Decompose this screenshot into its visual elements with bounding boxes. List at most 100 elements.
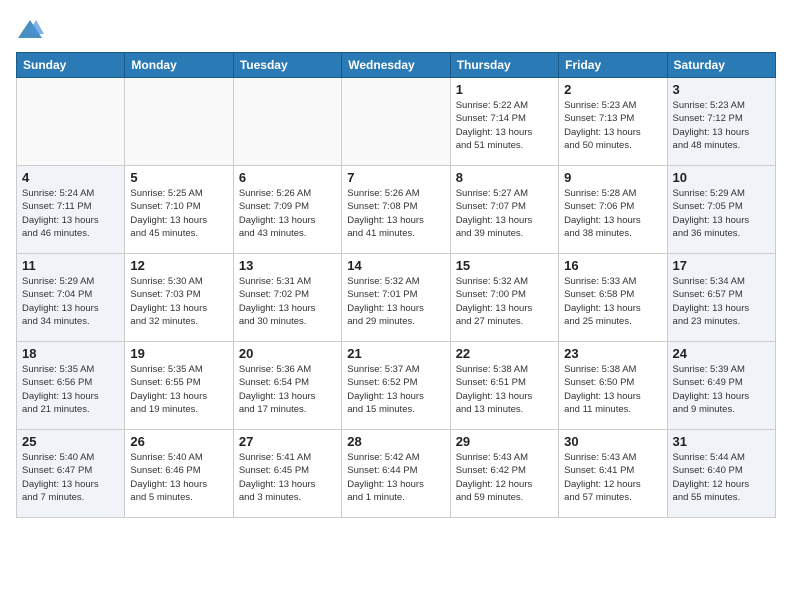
calendar-cell: 7 Sunrise: 5:26 AM Sunset: 7:08 PM Daylig… xyxy=(342,166,450,254)
day-info: Sunrise: 5:25 AM Sunset: 7:10 PM Dayligh… xyxy=(130,187,227,240)
day-number: 17 xyxy=(673,258,770,273)
calendar-cell: 17Sunrise: 5:34 AM Sunset: 6:57 PM Dayli… xyxy=(667,254,775,342)
day-number: 15 xyxy=(456,258,553,273)
day-number: 24 xyxy=(673,346,770,361)
day-info: Sunrise: 5:43 AM Sunset: 6:41 PM Dayligh… xyxy=(564,451,661,504)
day-number: 7 xyxy=(347,170,444,185)
day-info: Sunrise: 5:41 AM Sunset: 6:45 PM Dayligh… xyxy=(239,451,336,504)
day-number: 1 xyxy=(456,82,553,97)
day-number: 3 xyxy=(673,82,770,97)
calendar-cell: 3 Sunrise: 5:23 AM Sunset: 7:12 PM Daylig… xyxy=(667,78,775,166)
day-number: 22 xyxy=(456,346,553,361)
day-number: 11 xyxy=(22,258,119,273)
day-header-friday: Friday xyxy=(559,53,667,78)
day-number: 4 xyxy=(22,170,119,185)
day-info: Sunrise: 5:35 AM Sunset: 6:55 PM Dayligh… xyxy=(130,363,227,416)
day-number: 10 xyxy=(673,170,770,185)
day-number: 16 xyxy=(564,258,661,273)
day-number: 21 xyxy=(347,346,444,361)
day-number: 2 xyxy=(564,82,661,97)
week-row-5: 25 Sunrise: 5:40 AM Sunset: 6:47 PM Dayli… xyxy=(17,430,776,518)
day-header-thursday: Thursday xyxy=(450,53,558,78)
calendar-cell: 1Sunrise: 5:22 AM Sunset: 7:14 PM Daylig… xyxy=(450,78,558,166)
day-number: 31 xyxy=(673,434,770,449)
day-info: Sunrise: 5:44 AM Sunset: 6:40 PM Dayligh… xyxy=(673,451,770,504)
day-number: 13 xyxy=(239,258,336,273)
day-info: Sunrise: 5:32 AM Sunset: 7:01 PM Dayligh… xyxy=(347,275,444,328)
calendar-cell: 10 Sunrise: 5:29 AM Sunset: 7:05 PM Dayli… xyxy=(667,166,775,254)
day-header-saturday: Saturday xyxy=(667,53,775,78)
calendar-cell: 26 Sunrise: 5:40 AM Sunset: 6:46 PM Dayli… xyxy=(125,430,233,518)
day-info: Sunrise: 5:26 AM Sunset: 7:08 PM Dayligh… xyxy=(347,187,444,240)
day-number: 25 xyxy=(22,434,119,449)
day-number: 12 xyxy=(130,258,227,273)
day-number: 29 xyxy=(456,434,553,449)
calendar-cell: 12 Sunrise: 5:30 AM Sunset: 7:03 PM Dayli… xyxy=(125,254,233,342)
calendar-cell: 2 Sunrise: 5:23 AM Sunset: 7:13 PM Daylig… xyxy=(559,78,667,166)
day-info: Sunrise: 5:29 AM Sunset: 7:04 PM Dayligh… xyxy=(22,275,119,328)
day-info: Sunrise: 5:23 AM Sunset: 7:12 PM Dayligh… xyxy=(673,99,770,152)
day-info: Sunrise: 5:24 AM Sunset: 7:11 PM Dayligh… xyxy=(22,187,119,240)
day-info: Sunrise: 5:32 AM Sunset: 7:00 PM Dayligh… xyxy=(456,275,553,328)
day-info: Sunrise: 5:28 AM Sunset: 7:06 PM Dayligh… xyxy=(564,187,661,240)
calendar-cell xyxy=(233,78,341,166)
day-info: Sunrise: 5:42 AM Sunset: 6:44 PM Dayligh… xyxy=(347,451,444,504)
calendar-cell: 13 Sunrise: 5:31 AM Sunset: 7:02 PM Dayli… xyxy=(233,254,341,342)
day-info: Sunrise: 5:26 AM Sunset: 7:09 PM Dayligh… xyxy=(239,187,336,240)
calendar-cell: 20Sunrise: 5:36 AM Sunset: 6:54 PM Dayli… xyxy=(233,342,341,430)
day-header-wednesday: Wednesday xyxy=(342,53,450,78)
day-number: 20 xyxy=(239,346,336,361)
week-row-4: 18 Sunrise: 5:35 AM Sunset: 6:56 PM Dayli… xyxy=(17,342,776,430)
header xyxy=(16,16,776,44)
day-info: Sunrise: 5:40 AM Sunset: 6:46 PM Dayligh… xyxy=(130,451,227,504)
calendar-cell: 8Sunrise: 5:27 AM Sunset: 7:07 PM Daylig… xyxy=(450,166,558,254)
calendar-cell: 4 Sunrise: 5:24 AM Sunset: 7:11 PM Daylig… xyxy=(17,166,125,254)
day-number: 27 xyxy=(239,434,336,449)
day-number: 30 xyxy=(564,434,661,449)
day-number: 26 xyxy=(130,434,227,449)
day-info: Sunrise: 5:29 AM Sunset: 7:05 PM Dayligh… xyxy=(673,187,770,240)
calendar-cell: 25 Sunrise: 5:40 AM Sunset: 6:47 PM Dayli… xyxy=(17,430,125,518)
day-number: 5 xyxy=(130,170,227,185)
calendar-cell: 15 Sunrise: 5:32 AM Sunset: 7:00 PM Dayli… xyxy=(450,254,558,342)
calendar-cell: 11 Sunrise: 5:29 AM Sunset: 7:04 PM Dayli… xyxy=(17,254,125,342)
day-info: Sunrise: 5:40 AM Sunset: 6:47 PM Dayligh… xyxy=(22,451,119,504)
calendar-cell: 18 Sunrise: 5:35 AM Sunset: 6:56 PM Dayli… xyxy=(17,342,125,430)
calendar-table: SundayMondayTuesdayWednesdayThursdayFrid… xyxy=(16,52,776,518)
calendar-cell: 21Sunrise: 5:37 AM Sunset: 6:52 PM Dayli… xyxy=(342,342,450,430)
day-info: Sunrise: 5:31 AM Sunset: 7:02 PM Dayligh… xyxy=(239,275,336,328)
calendar-cell: 22Sunrise: 5:38 AM Sunset: 6:51 PM Dayli… xyxy=(450,342,558,430)
calendar-cell: 31 Sunrise: 5:44 AM Sunset: 6:40 PM Dayli… xyxy=(667,430,775,518)
calendar-cell: 24 Sunrise: 5:39 AM Sunset: 6:49 PM Dayli… xyxy=(667,342,775,430)
day-header-monday: Monday xyxy=(125,53,233,78)
day-number: 23 xyxy=(564,346,661,361)
calendar-cell: 28 Sunrise: 5:42 AM Sunset: 6:44 PM Dayli… xyxy=(342,430,450,518)
logo-icon xyxy=(16,16,44,44)
day-info: Sunrise: 5:30 AM Sunset: 7:03 PM Dayligh… xyxy=(130,275,227,328)
days-header-row: SundayMondayTuesdayWednesdayThursdayFrid… xyxy=(17,53,776,78)
day-info: Sunrise: 5:43 AM Sunset: 6:42 PM Dayligh… xyxy=(456,451,553,504)
day-number: 28 xyxy=(347,434,444,449)
day-number: 9 xyxy=(564,170,661,185)
calendar-cell: 23Sunrise: 5:38 AM Sunset: 6:50 PM Dayli… xyxy=(559,342,667,430)
day-info: Sunrise: 5:35 AM Sunset: 6:56 PM Dayligh… xyxy=(22,363,119,416)
logo xyxy=(16,16,48,44)
day-info: Sunrise: 5:39 AM Sunset: 6:49 PM Dayligh… xyxy=(673,363,770,416)
day-info: Sunrise: 5:27 AM Sunset: 7:07 PM Dayligh… xyxy=(456,187,553,240)
calendar-cell: 27 Sunrise: 5:41 AM Sunset: 6:45 PM Dayli… xyxy=(233,430,341,518)
day-number: 14 xyxy=(347,258,444,273)
day-info: Sunrise: 5:23 AM Sunset: 7:13 PM Dayligh… xyxy=(564,99,661,152)
calendar-cell xyxy=(17,78,125,166)
day-number: 19 xyxy=(130,346,227,361)
calendar-cell: 16Sunrise: 5:33 AM Sunset: 6:58 PM Dayli… xyxy=(559,254,667,342)
week-row-1: 1Sunrise: 5:22 AM Sunset: 7:14 PM Daylig… xyxy=(17,78,776,166)
calendar-cell: 29 Sunrise: 5:43 AM Sunset: 6:42 PM Dayli… xyxy=(450,430,558,518)
calendar-cell: 9 Sunrise: 5:28 AM Sunset: 7:06 PM Daylig… xyxy=(559,166,667,254)
week-row-2: 4 Sunrise: 5:24 AM Sunset: 7:11 PM Daylig… xyxy=(17,166,776,254)
day-number: 18 xyxy=(22,346,119,361)
calendar-cell: 19 Sunrise: 5:35 AM Sunset: 6:55 PM Dayli… xyxy=(125,342,233,430)
calendar-cell: 5 Sunrise: 5:25 AM Sunset: 7:10 PM Daylig… xyxy=(125,166,233,254)
day-number: 6 xyxy=(239,170,336,185)
week-row-3: 11 Sunrise: 5:29 AM Sunset: 7:04 PM Dayli… xyxy=(17,254,776,342)
calendar-cell: 30 Sunrise: 5:43 AM Sunset: 6:41 PM Dayli… xyxy=(559,430,667,518)
